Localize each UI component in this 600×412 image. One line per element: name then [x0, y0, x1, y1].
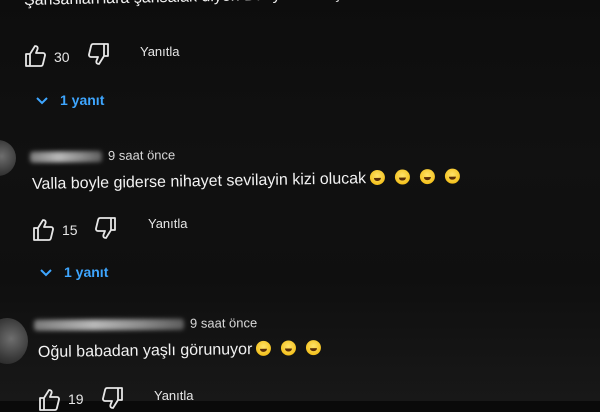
like-count: 15 — [62, 222, 78, 238]
username-blurred — [29, 151, 103, 163]
dislike-button[interactable] — [95, 216, 117, 240]
like-button[interactable] — [38, 388, 60, 412]
thumbs-up-icon — [33, 219, 54, 241]
thumbs-up-icon — [39, 389, 60, 411]
comment-time: 9 saat önce — [189, 315, 258, 331]
thumbs-down-icon — [102, 387, 123, 409]
like-button[interactable] — [24, 44, 46, 68]
like-button[interactable] — [32, 218, 54, 242]
thumbs-down-icon — [95, 217, 116, 239]
thumbs-up-icon — [25, 45, 46, 67]
view-replies-button[interactable]: 1 yanıt — [40, 264, 108, 280]
like-count: 19 — [68, 391, 84, 407]
laughing-emoji-icon — [369, 169, 386, 186]
laughing-emoji-icon — [281, 340, 297, 356]
laughing-emoji-icon — [444, 168, 461, 184]
replies-count: 1 yanıt — [64, 264, 109, 280]
comment-time: 9 saat önce — [107, 147, 176, 163]
thumbs-down-icon — [88, 43, 109, 65]
chevron-down-icon — [40, 264, 52, 280]
laughing-emoji-icon — [394, 169, 411, 185]
replies-count: 1 yanıt — [60, 92, 105, 108]
comment-meta: 9 saat önce — [29, 147, 176, 164]
username-blurred — [33, 318, 185, 331]
comment-text: Oğul babadan yaşlı görunuyor — [37, 341, 253, 361]
comment-meta: 9 saat önce — [33, 315, 258, 332]
laughing-emoji-icon — [256, 340, 272, 356]
like-count: 30 — [54, 49, 70, 65]
dislike-button[interactable] — [102, 386, 124, 410]
view-replies-button[interactable]: 1 yanıt — [36, 92, 104, 108]
dislike-button[interactable] — [88, 42, 110, 66]
laughing-emoji-icon — [306, 340, 322, 356]
reply-button[interactable]: Yanıtla — [148, 216, 188, 231]
chevron-down-icon — [36, 92, 48, 108]
laughing-emoji-icon — [419, 168, 436, 185]
reply-button[interactable]: Yanıtla — [140, 44, 180, 59]
